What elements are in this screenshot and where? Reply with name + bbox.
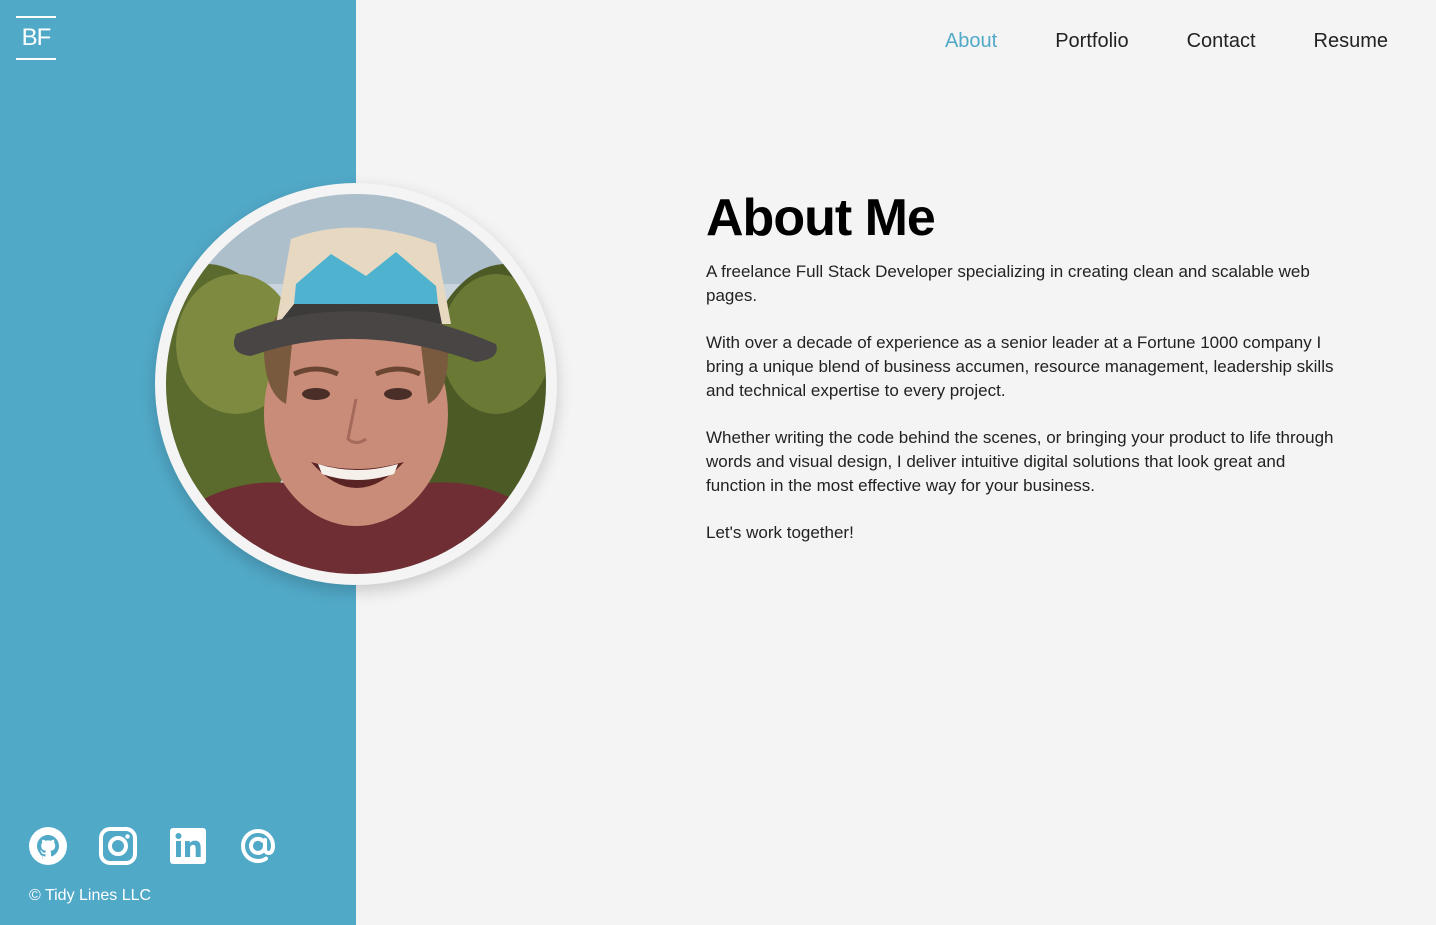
nav-about[interactable]: About xyxy=(945,26,997,56)
about-section: About Me A freelance Full Stack Develope… xyxy=(706,190,1346,568)
logo[interactable]: BF xyxy=(16,16,56,60)
social-links xyxy=(28,826,308,866)
about-paragraph: A freelance Full Stack Developer special… xyxy=(706,262,1310,305)
about-paragraph: Whether writing the code behind the scen… xyxy=(706,428,1334,495)
copyright: © Tidy Lines LLC xyxy=(29,887,152,904)
email-at-icon[interactable] xyxy=(238,826,278,866)
instagram-icon[interactable] xyxy=(98,826,138,866)
profile-photo-frame xyxy=(155,183,557,585)
main-nav: About Portfolio Contact Resume xyxy=(887,26,1388,56)
profile-photo xyxy=(166,194,546,574)
linkedin-icon[interactable] xyxy=(168,826,208,866)
nav-contact[interactable]: Contact xyxy=(1187,26,1256,56)
about-paragraph: Let's work together! xyxy=(706,523,854,542)
about-paragraph: With over a decade of experience as a se… xyxy=(706,333,1334,400)
page-title: About Me xyxy=(706,189,936,247)
github-icon[interactable] xyxy=(28,826,68,866)
nav-resume[interactable]: Resume xyxy=(1314,26,1388,56)
nav-portfolio[interactable]: Portfolio xyxy=(1055,26,1128,56)
